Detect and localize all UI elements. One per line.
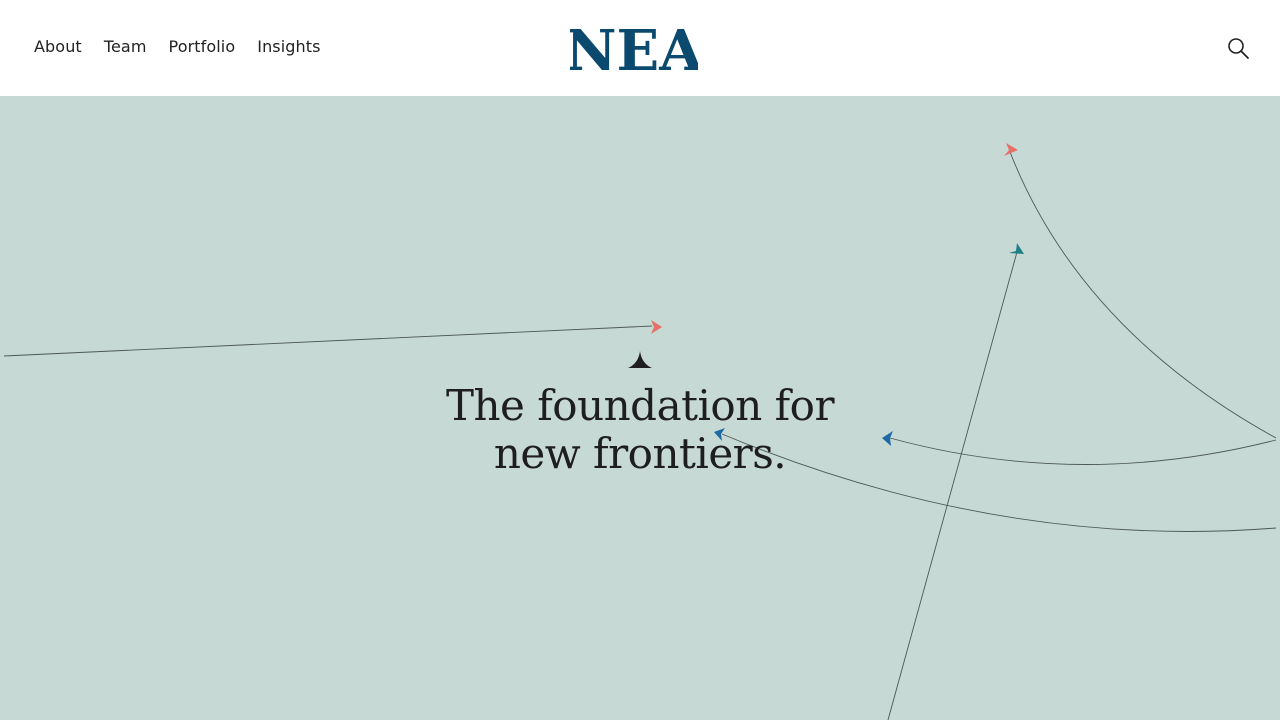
- nav-item-portfolio[interactable]: Portfolio: [169, 37, 236, 56]
- hero-headline-line1: The foundation for: [445, 381, 835, 430]
- nea-mark-icon: [628, 351, 652, 368]
- site-header: About Team Portfolio Insights NEA: [0, 0, 1280, 96]
- coral-arrow-icon: [651, 320, 662, 334]
- nav-item-team[interactable]: Team: [104, 37, 147, 56]
- flight-path-line: [3, 325, 653, 357]
- nea-logo[interactable]: NEA: [570, 22, 698, 74]
- logo-text: NEA: [570, 22, 698, 74]
- hero-headline-line2: new frontiers.: [493, 429, 787, 478]
- teal-arrow-icon: [1009, 243, 1024, 254]
- nav-item-about[interactable]: About: [34, 37, 82, 56]
- search-icon[interactable]: [1226, 36, 1250, 60]
- main-nav: About Team Portfolio Insights: [34, 37, 343, 56]
- flight-path-line: [889, 437, 1277, 465]
- flight-path-line: [1009, 151, 1277, 439]
- nav-item-insights[interactable]: Insights: [257, 37, 320, 56]
- flight-path-line: [887, 251, 1018, 720]
- hero-headline: The foundation for new frontiers.: [390, 382, 890, 478]
